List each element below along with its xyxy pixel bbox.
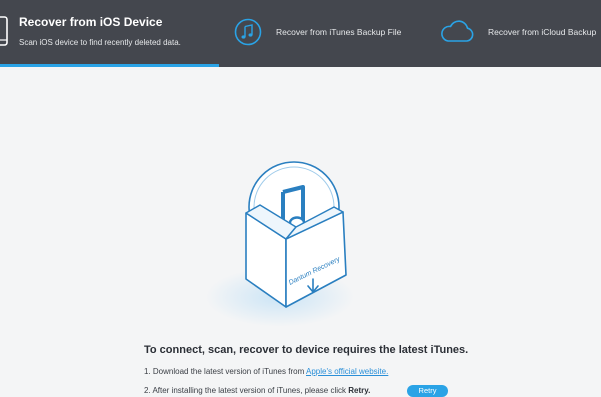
tab-label: Recover from iTunes Backup File bbox=[276, 27, 402, 37]
step2-text: 2. After installing the latest version o… bbox=[144, 386, 349, 395]
top-navigation-bar: Recover from iOS Device Scan iOS device … bbox=[0, 0, 601, 67]
apple-website-link[interactable]: Apple's official website. bbox=[306, 367, 388, 376]
step2-retry-emphasis: Retry. bbox=[348, 386, 371, 395]
tab-recover-from-icloud-backup[interactable]: Recover from iCloud Backup bbox=[438, 0, 601, 67]
tab-subtitle: Scan iOS device to find recently deleted… bbox=[19, 38, 181, 47]
tab-recover-from-itunes-backup[interactable]: Recover from iTunes Backup File bbox=[228, 0, 428, 67]
step-retry-instruction: 2. After installing the latest version o… bbox=[144, 386, 370, 395]
itunes-music-icon bbox=[234, 18, 262, 46]
retry-button[interactable]: Retry bbox=[407, 385, 448, 397]
itunes-box-illustration: Dantum Recovery bbox=[245, 161, 347, 308]
tab-title: Recover from iOS Device bbox=[19, 15, 163, 29]
cloud-icon bbox=[441, 20, 474, 42]
step1-text: 1. Download the latest version of iTunes… bbox=[144, 367, 307, 376]
tab-recover-from-ios-device[interactable]: Recover from iOS Device Scan iOS device … bbox=[0, 0, 219, 67]
itunes-requirement-heading: To connect, scan, recover to device requ… bbox=[144, 344, 469, 356]
main-content: Dantum Recovery To connect, scan, recove… bbox=[0, 67, 601, 397]
step-download-itunes: 1. Download the latest version of iTunes… bbox=[144, 367, 388, 376]
phone-icon bbox=[0, 16, 8, 46]
tab-label: Recover from iCloud Backup bbox=[488, 27, 597, 37]
